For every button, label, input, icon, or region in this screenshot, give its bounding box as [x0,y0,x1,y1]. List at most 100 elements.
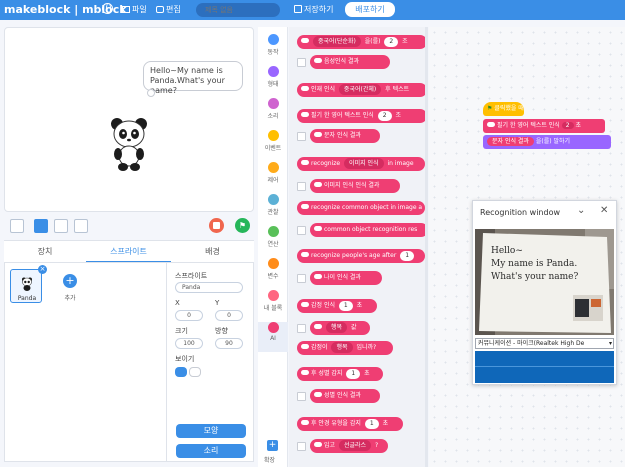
category-5[interactable]: 제어 [258,162,288,192]
cloud-icon [314,274,322,279]
cloud-icon [301,420,309,425]
block-pre: 성별 인식 결과 [324,392,361,399]
script-seconds-dropdown[interactable]: 2 [561,122,574,129]
ai-block-9[interactable]: common object recognition res [310,223,427,237]
size-field[interactable]: 100 [175,338,203,349]
block-nb[interactable]: 2 [377,111,392,121]
ai-block-13[interactable]: 행복 값 [310,321,370,335]
block-dd[interactable]: 이미지 인식 [344,158,384,169]
block-dd[interactable]: 중국어(단순화) [313,36,361,47]
ai-block-10[interactable]: recognize people's age after 1 [297,249,425,263]
small-stage-icon[interactable] [34,219,48,233]
stop-button[interactable] [209,218,224,233]
ai-block-17[interactable]: 후 안경 유형을 감지 1 초 [297,417,403,431]
script-say-block[interactable]: 문자 인식 결과 을(를) 말하기 [483,135,611,149]
palette-scrollbar[interactable] [425,27,428,467]
category-4[interactable]: 이벤트 [258,130,288,160]
ai-block-6[interactable]: recognize 이미지 인식 in image [297,157,425,171]
block-checkbox[interactable] [297,392,306,401]
sprite-tile-panda[interactable]: Panda [10,269,42,303]
ai-block-11[interactable]: 나이 인식 결과 [310,271,382,285]
block-nb[interactable]: 2 [384,37,399,47]
ai-block-7[interactable]: 이미지 인식 인식 결과 [310,179,400,193]
ai-block-3[interactable]: 인재 인식 중국어(간체) 후 텍스트 [297,83,427,97]
block-dd[interactable]: 행복 [331,342,353,353]
block-checkbox[interactable] [297,226,306,235]
block-mid: 인식 결과 [355,182,380,189]
minimize-icon[interactable]: ⌄ [577,205,585,216]
ai-block-8[interactable]: recognize common object in image a [297,201,425,215]
ai-block-15[interactable]: 후 성별 감지 1 초 [297,367,383,381]
block-dd[interactable]: 중국어(간체) [338,84,382,95]
category-10[interactable]: AI [258,322,288,352]
save-button[interactable]: 저장하기 [294,4,333,15]
sprite-name-field[interactable]: Panda [175,282,243,293]
stage[interactable]: Hello~My name is Panda.What's your name? [4,27,254,212]
file-menu[interactable]: 파일 [122,4,147,15]
edit-menu[interactable]: 편집 [156,4,181,15]
ai-block-16[interactable]: 성별 인식 결과 [310,389,380,403]
show-label: 보이기 [175,355,195,363]
ai-block-1[interactable]: 중국어(단순화) 을(를) 2 조 [297,35,427,49]
microphone-select[interactable]: 커뮤니케이션 - 마이크(Realtek High De ▾ [475,338,614,349]
ai-block-12[interactable]: 감정 인식 1 초 [297,299,377,313]
ai-block-5[interactable]: 문자 인식 결과 [310,129,380,143]
hide-eye-icon[interactable] [189,367,201,377]
sound-button[interactable]: 소리 [176,444,246,458]
grid-view-icon[interactable] [74,219,88,233]
y-field[interactable]: 0 [215,310,243,321]
category-6[interactable]: 관찰 [258,194,288,224]
block-nb[interactable]: 1 [400,251,415,261]
block-dd[interactable]: 행복 [326,322,348,333]
category-3[interactable]: 소리 [258,98,288,128]
ai-block-4[interactable]: 필기 한 영어 텍스트 인식 2 조 [297,109,427,123]
large-stage-icon[interactable] [54,219,68,233]
tab-background[interactable]: 배경 [171,241,254,263]
x-field[interactable]: 0 [175,310,203,321]
publish-button[interactable]: 배포하기 [345,2,395,17]
category-label: 이벤트 [264,145,282,152]
size-label: 크기 [175,327,188,335]
direction-field[interactable]: 90 [215,338,243,349]
show-eye-icon[interactable] [175,367,187,377]
block-nb[interactable]: 1 [346,369,361,379]
block-palette: 중국어(단순화) 을(를) 2 조 음성인식 결과 인재 인식 중국어(간체) … [289,27,427,467]
block-checkbox[interactable] [297,182,306,191]
language-globe-icon[interactable] [102,3,113,14]
category-label: 제어 [267,177,279,184]
category-1[interactable]: 동작 [258,34,288,64]
block-mid: 입니까? [356,344,377,351]
block-checkbox[interactable] [297,132,306,141]
green-flag-button[interactable]: ⚑ [235,218,250,233]
extension-button[interactable]: + [267,440,278,451]
block-checkbox[interactable] [297,324,306,333]
close-icon[interactable]: ✕ [600,205,608,216]
fullscreen-icon[interactable] [10,219,24,233]
category-8[interactable]: 변수 [258,258,288,288]
add-sprite-button[interactable]: + 추가 [55,269,85,303]
tab-device[interactable]: 장치 [4,241,86,263]
category-9[interactable]: 내 블록 [258,290,288,320]
block-checkbox[interactable] [297,442,306,451]
category-7[interactable]: 연산 [258,226,288,256]
cloud-icon [314,226,322,231]
script-recognize-block[interactable]: 필기 한 영어 텍스트 인식 2 초 [483,119,605,133]
tab-sprites[interactable]: 스프라이트 [86,241,171,263]
ai-block-18[interactable]: 입고 선글라스 ? [310,439,388,453]
script-reporter[interactable]: 문자 인식 결과 [487,137,534,146]
category-2[interactable]: 형태 [258,66,288,96]
block-dd[interactable]: 선글라스 [338,440,372,451]
block-nb[interactable]: 1 [364,419,379,429]
block-checkbox[interactable] [297,274,306,283]
panda-sprite[interactable] [109,116,149,172]
ai-block-14[interactable]: 감정이 행복 입니까? [297,341,393,355]
block-mid: 을(를) [364,38,381,45]
block-nb[interactable]: 1 [338,301,353,311]
project-name-input[interactable] [196,3,280,17]
costume-button[interactable]: 모양 [176,424,246,438]
block-post: 조 [395,112,402,119]
delete-sprite-icon[interactable]: × [38,265,47,274]
block-checkbox[interactable] [297,58,306,67]
ai-block-2[interactable]: 음성인식 결과 [310,55,390,69]
script-hat-block[interactable]: ⚑ 클릭했을 때 [483,102,524,116]
